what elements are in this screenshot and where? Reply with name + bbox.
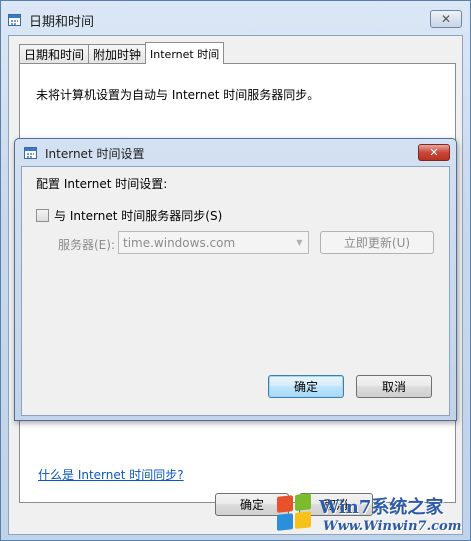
tab-date-time[interactable]: 日期和时间 — [19, 44, 90, 64]
inner-title-bar[interactable]: Internet 时间设置 ✕ — [23, 144, 450, 162]
window-title: 日期和时间 — [29, 14, 95, 30]
server-label: 服务器(E): — [58, 238, 115, 252]
watermark-brand: Win7系统之家 — [319, 497, 444, 518]
site-watermark: Win7系统之家 Www.Winwin7.com — [271, 489, 471, 541]
calendar-clock-icon — [23, 145, 39, 161]
inner-dialog-title: Internet 时间设置 — [45, 146, 145, 161]
server-value: time.windows.com — [123, 235, 236, 250]
tab-strip: 日期和时间 附加时钟 Internet 时间 — [19, 42, 225, 64]
sync-option[interactable]: 与 Internet 时间服务器同步(S) — [36, 207, 222, 224]
server-combobox[interactable]: time.windows.com ▼ — [118, 231, 309, 254]
help-link[interactable]: 什么是 Internet 时间同步? — [38, 466, 184, 483]
inner-dialog-client: 配置 Internet 时间设置: 与 Internet 时间服务器同步(S) … — [21, 166, 450, 416]
close-button[interactable]: ✕ — [430, 10, 462, 28]
inner-ok-button[interactable]: 确定 — [268, 375, 344, 398]
title-bar[interactable]: 日期和时间 ✕ — [7, 7, 464, 33]
calendar-clock-icon — [7, 12, 23, 28]
settings-heading: 配置 Internet 时间设置: — [36, 177, 168, 191]
windows-flag-icon — [277, 493, 313, 533]
update-now-button[interactable]: 立即更新(U) — [320, 231, 434, 254]
inner-cancel-button[interactable]: 取消 — [356, 375, 432, 398]
tab-internet-time[interactable]: Internet 时间 — [145, 42, 225, 64]
sync-checkbox[interactable] — [36, 209, 49, 222]
inner-close-button[interactable]: ✕ — [418, 144, 450, 161]
sync-status-text: 未将计算机设置为自动与 Internet 时间服务器同步。 — [36, 88, 320, 102]
sync-checkbox-label[interactable]: 与 Internet 时间服务器同步(S) — [54, 207, 222, 224]
chevron-down-icon[interactable]: ▼ — [291, 232, 308, 253]
internet-time-settings-dialog: Internet 时间设置 ✕ 配置 Internet 时间设置: 与 Inte… — [14, 138, 457, 421]
watermark-url: Www.Winwin7.com — [323, 519, 462, 534]
date-time-window: 日期和时间 ✕ 日期和时间 附加时钟 Internet 时间 未将计算机设置为自… — [0, 0, 471, 541]
tab-additional-clocks[interactable]: 附加时钟 — [88, 44, 147, 64]
